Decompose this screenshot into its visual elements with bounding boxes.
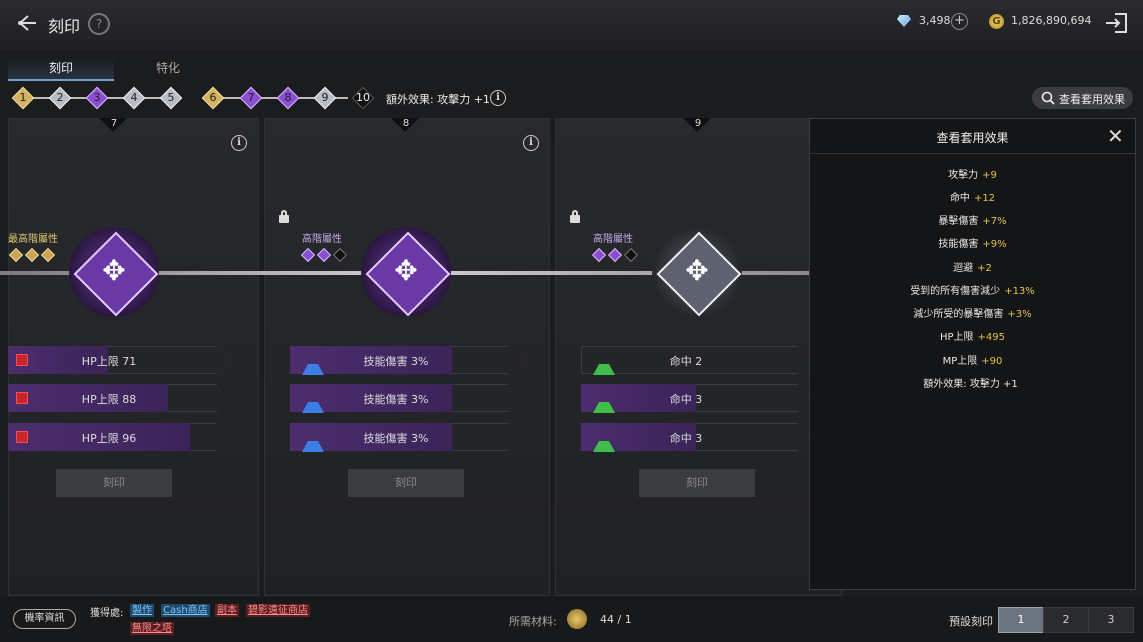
stat-row: 技能傷害 3%: [290, 384, 522, 413]
attribute-label: 最高階屬性: [8, 234, 58, 245]
stat-row: 技能傷害 3%: [290, 346, 522, 375]
page-title: 刻印: [48, 17, 81, 36]
extra-effect: 額外效果: 攻擊力 +1: [386, 93, 490, 106]
tab-specialize[interactable]: 特化: [156, 59, 180, 76]
info-icon[interactable]: i: [231, 135, 247, 151]
effect-line: 技能傷害 +9%: [938, 239, 1007, 250]
attribute-label: 高階屬性: [593, 234, 633, 245]
back-icon[interactable]: [14, 10, 40, 36]
stat-row: 技能傷害 3%: [290, 423, 522, 452]
grade-diamond: [332, 247, 348, 263]
material-count: 44 / 1: [600, 613, 632, 626]
lock-icon[interactable]: [569, 210, 581, 223]
probability-info-button[interactable]: 機率資訊: [13, 609, 76, 629]
material-label: 所需材料:: [509, 615, 557, 628]
source-cash-shop-link[interactable]: Cash商店: [161, 604, 210, 617]
stat-row: 命中 2: [581, 346, 811, 375]
preset-2-button[interactable]: 2: [1043, 607, 1089, 633]
info-icon[interactable]: i: [523, 135, 539, 151]
knot-icon: ✥: [685, 254, 709, 287]
grade-diamond: [300, 247, 316, 263]
view-effects-button[interactable]: 查看套用效果: [1032, 87, 1133, 109]
stat-row: 命中 3: [581, 384, 811, 413]
preset-1-button[interactable]: 1: [998, 607, 1044, 633]
step-7: 7: [239, 86, 263, 110]
effect-line: MP上限 +90: [942, 356, 1003, 367]
search-icon: [1041, 91, 1055, 105]
engrave-button[interactable]: 刻印: [56, 469, 172, 497]
panel-number: 8: [402, 118, 410, 129]
grade-diamond: [607, 247, 623, 263]
step-2: 2: [48, 86, 72, 110]
step-9: 9: [313, 86, 337, 110]
effect-line: 迴避 +2: [953, 263, 992, 274]
grade-diamond: [8, 247, 24, 263]
engrave-button[interactable]: 刻印: [348, 469, 464, 497]
material-icon: [567, 609, 587, 629]
grade-diamond: [316, 247, 332, 263]
knot-icon: ✥: [394, 254, 418, 287]
step-8: 8: [276, 86, 300, 110]
grade-diamond: [24, 247, 40, 263]
gold-count: 1,826,890,694: [1011, 14, 1092, 27]
stat-row: HP上限 88: [8, 384, 230, 412]
grade-diamond: [623, 247, 639, 263]
source-tower-link[interactable]: 無限之塔: [130, 622, 174, 635]
source-expedition-shop-link[interactable]: 碧影遠征商店: [246, 604, 310, 617]
step-1: 1: [11, 86, 35, 110]
effect-line: 受到的所有傷害減少 +13%: [910, 286, 1035, 297]
effect-line: 攻擊力 +9: [948, 170, 997, 181]
diamond-count: 3,498: [919, 14, 951, 27]
engrave-emblem[interactable]: ✥: [652, 227, 742, 317]
effect-line: HP上限 +495: [939, 332, 1006, 343]
source-dungeon-link[interactable]: 副本: [215, 604, 239, 617]
tab-engrave[interactable]: 刻印: [49, 59, 73, 76]
panel-number: 9: [694, 118, 702, 129]
attribute-label: 高階屬性: [302, 234, 342, 245]
engrave-button[interactable]: 刻印: [639, 469, 755, 497]
lock-icon[interactable]: [278, 210, 290, 223]
add-diamond-button[interactable]: +: [951, 13, 968, 30]
step-5: 5: [159, 86, 183, 110]
stat-row: HP上限 96: [8, 423, 230, 451]
effects-header: 查看套用效果: [810, 119, 1135, 154]
effect-line: 暴擊傷害 +7%: [938, 216, 1007, 227]
active-tab-underline: [8, 79, 114, 81]
knot-icon: ✥: [102, 254, 126, 287]
source-craft-link[interactable]: 製作: [130, 604, 154, 617]
step-6: 6: [201, 86, 225, 110]
preset-label: 預設刻印: [949, 615, 993, 628]
panel-number: 7: [110, 118, 118, 129]
effect-line: 額外效果: 攻擊力 +1: [923, 379, 1018, 390]
top-bar: [0, 0, 1143, 50]
grade-diamond: [40, 247, 56, 263]
preset-3-button[interactable]: 3: [1088, 607, 1134, 633]
applied-effects-panel: 查看套用效果 ✕ 攻擊力 +9 命中 +12 暴擊傷害 +7% 技能傷害 +9% 迴避 +…: [809, 118, 1136, 590]
engrave-emblem[interactable]: ✥: [69, 227, 159, 317]
effect-line: 命中 +12: [949, 193, 996, 204]
close-icon[interactable]: ✕: [1107, 126, 1124, 146]
exit-icon[interactable]: [1103, 11, 1129, 35]
step-3: 3: [85, 86, 109, 110]
progress-steps: 1 2 3 4 5 6 7 8 9 10: [10, 86, 380, 110]
step-10: 10: [351, 86, 375, 110]
source-label: 獲得處:: [90, 608, 124, 619]
help-icon[interactable]: ?: [88, 13, 110, 35]
stat-row: 命中 3: [581, 423, 811, 452]
effect-line: 減少所受的暴擊傷害 +3%: [913, 309, 1032, 320]
gold-coin-icon: G: [989, 14, 1004, 29]
grade-diamond: [591, 247, 607, 263]
engrave-emblem[interactable]: ✥: [361, 227, 451, 317]
step-4: 4: [122, 86, 146, 110]
info-icon[interactable]: i: [490, 90, 506, 106]
stat-row: HP上限 71: [8, 346, 230, 374]
